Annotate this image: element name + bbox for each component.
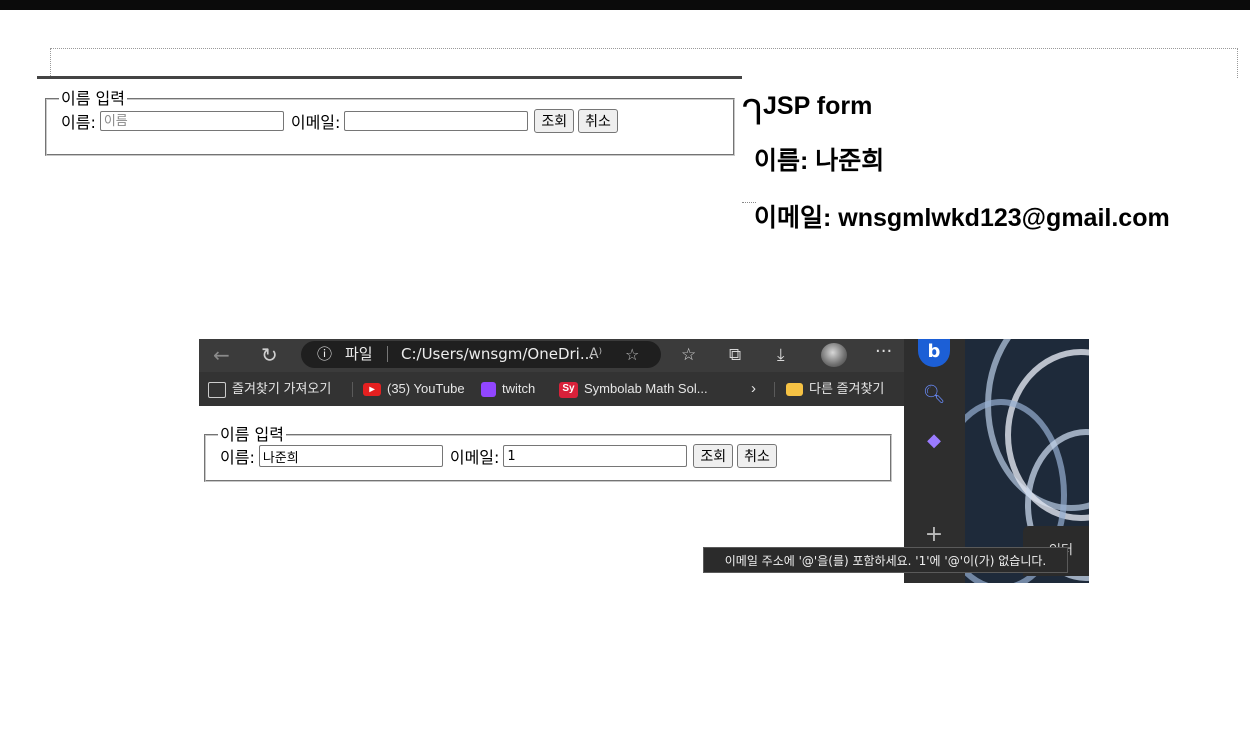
form-row: 이름: 이메일: 조회 취소 [220, 444, 890, 468]
browser-screenshot: ← ↻ ⓘ 파일 C:/Users/wnsgm/OneDri... A⁾ ☆ ☆… [199, 339, 1089, 583]
name-input-fieldset: 이름 입력 이름: 이메일: 조회 취소 [45, 90, 735, 156]
fieldset-legend: 이름 입력 [61, 89, 125, 108]
bookmark-youtube[interactable]: ▸ (35) YouTube [363, 372, 465, 406]
refresh-icon[interactable]: ↻ [261, 339, 278, 372]
profile-avatar[interactable] [821, 343, 847, 367]
download-icon[interactable]: ⤓ [777, 339, 785, 372]
other-favorites[interactable]: 다른 즐겨찾기 [786, 372, 884, 406]
symbolab-icon: Sy [559, 381, 578, 398]
address-bar[interactable]: ⓘ 파일 C:/Users/wnsgm/OneDri... A⁾ ☆ [301, 341, 661, 368]
name-input[interactable] [99, 111, 284, 131]
back-arrow-icon[interactable]: ← [213, 339, 230, 372]
bookmark-separator [774, 382, 775, 397]
import-icon [208, 381, 226, 398]
cancel-button[interactable]: 취소 [737, 444, 777, 468]
form-row: 이름: 이메일: 조회 취소 [61, 109, 733, 133]
name-input[interactable] [258, 445, 443, 467]
horizontal-rule [37, 76, 742, 79]
favorites-icon[interactable]: ☆ [681, 339, 696, 372]
bookmark-twitch[interactable]: twitch [481, 372, 535, 406]
copilot-icon[interactable]: ◆ [922, 429, 946, 453]
fieldset-legend: 이름 입력 [220, 425, 284, 444]
email-label: 이메일: [290, 113, 341, 132]
add-icon[interactable]: + [922, 523, 946, 547]
dotted-frame [50, 48, 1238, 78]
search-button[interactable]: 조회 [534, 109, 575, 133]
name-label: 이름: [220, 448, 255, 467]
email-input[interactable] [344, 111, 529, 131]
name-label: 이름: [61, 113, 96, 132]
top-bar [0, 0, 1250, 10]
bookmarks-bar: 즐겨찾기 가져오기 ▸ (35) YouTube twitch Sy Symbola… [199, 372, 904, 406]
read-aloud-icon[interactable]: A⁾ [589, 341, 602, 368]
bracket-glyph: ᒉ [742, 93, 764, 133]
address-separator [387, 346, 388, 362]
info-icon[interactable]: ⓘ [317, 341, 332, 368]
folder-icon [786, 383, 803, 397]
email-label: 이메일: [449, 448, 500, 467]
name-input-fieldset-preview: 이름 입력 이름: 이메일: 조회 취소 [204, 426, 892, 482]
url-path: C:/Users/wnsgm/OneDri... [401, 345, 595, 363]
cancel-button[interactable]: 취소 [578, 109, 618, 133]
bookmark-separator [352, 382, 353, 397]
import-favorites-item[interactable]: 즐겨찾기 가져오기 [208, 372, 331, 406]
more-menu-icon[interactable]: ··· [875, 339, 892, 365]
search-icon[interactable]: 🔍︎ [922, 383, 946, 407]
page-content: 이름 입력 이름: 이메일: 조회 취소 이메일 주소에 '@'을(를) 포함하… [199, 406, 1068, 583]
browser-toolbar: ← ↻ ⓘ 파일 C:/Users/wnsgm/OneDri... A⁾ ☆ ☆… [199, 339, 904, 372]
validation-tooltip: 이메일 주소에 '@'을(를) 포함하세요. '1'에 '@'이(가) 없습니다… [703, 547, 1068, 573]
chevron-right-icon[interactable]: › [751, 372, 756, 406]
email-input[interactable] [503, 445, 688, 467]
bing-icon[interactable]: b [918, 339, 950, 367]
add-favorite-icon[interactable]: ☆ [625, 341, 639, 368]
collections-icon[interactable]: ⧉ [729, 339, 741, 372]
result-email: 이메일: wnsgmlwkd123@gmail.com [754, 204, 1170, 232]
result-heading: JSP form [763, 92, 873, 120]
search-button[interactable]: 조회 [693, 444, 734, 468]
file-label: 파일 [345, 345, 373, 363]
twitch-icon [481, 382, 496, 398]
bookmark-symbolab[interactable]: Sy Symbolab Math Sol... [559, 372, 708, 406]
jsp-result: ᒉ JSP form 이름: 나준희 이메일: wnsgmlwkd123@gma… [742, 90, 1242, 250]
result-name: 이름: 나준희 [754, 147, 885, 175]
youtube-icon: ▸ [363, 383, 381, 397]
